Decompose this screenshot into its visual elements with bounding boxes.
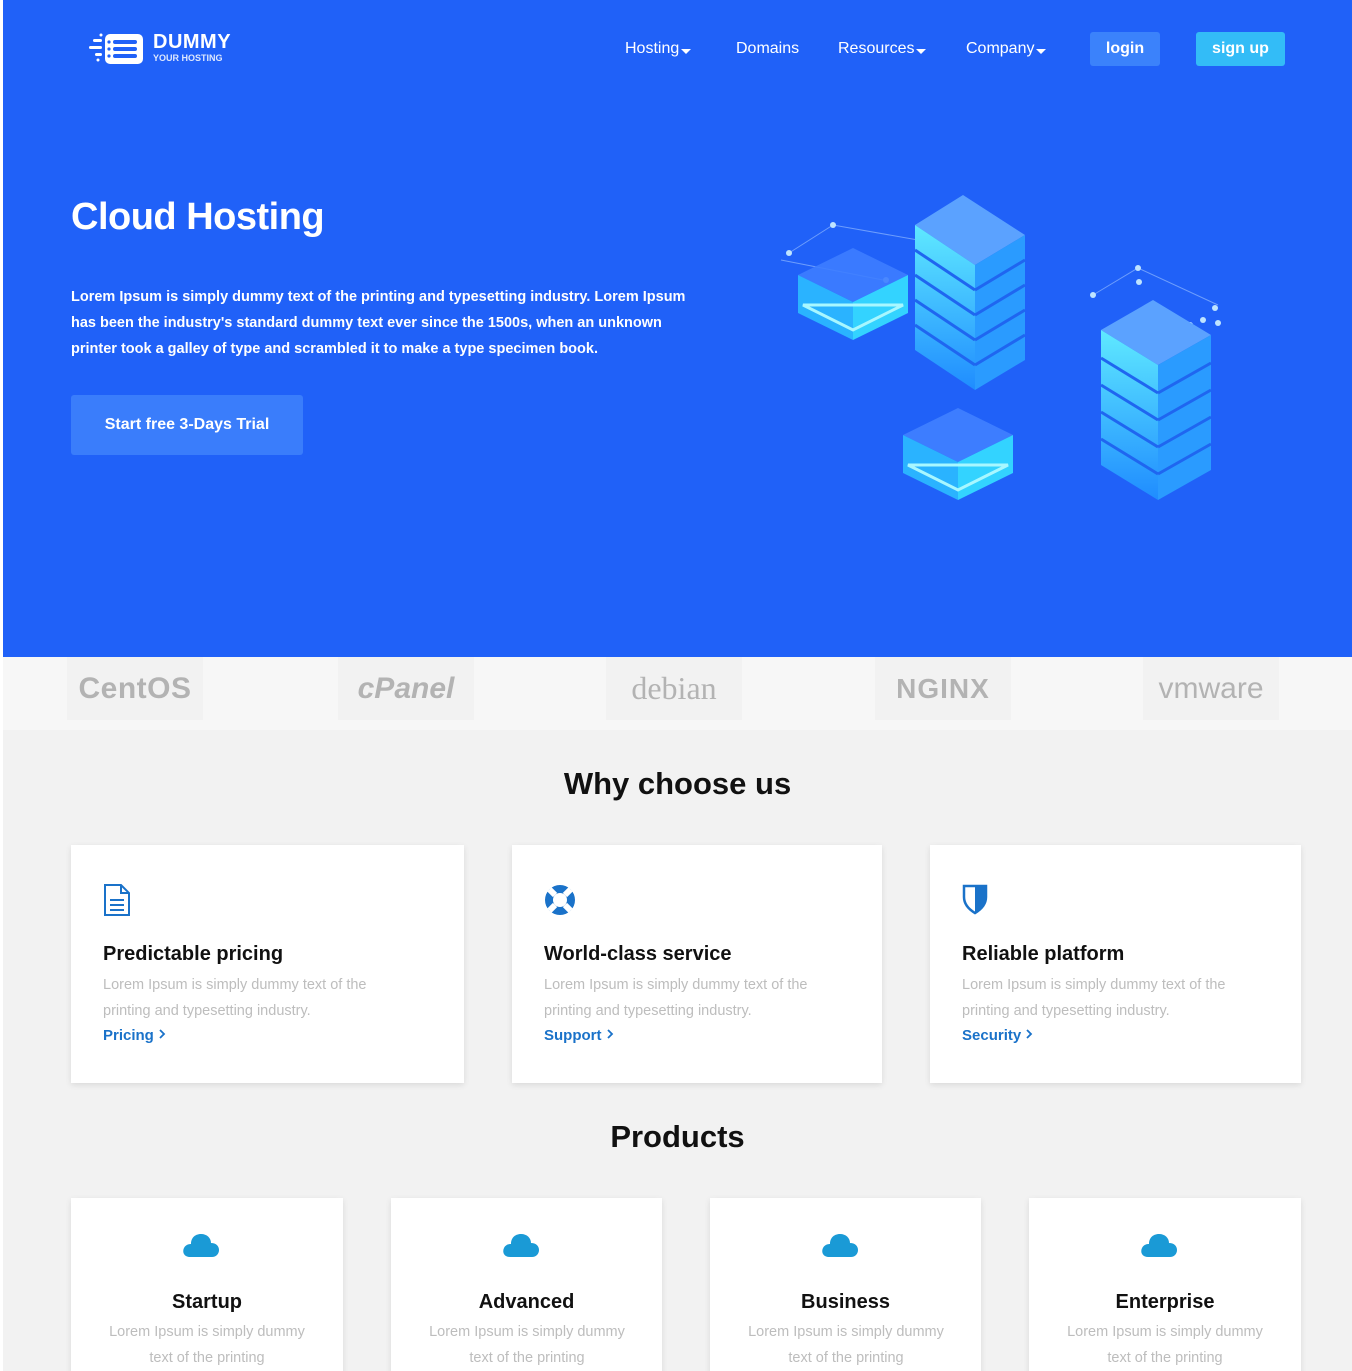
- feature-title: World-class service: [544, 943, 732, 965]
- server-illustration: [753, 180, 1253, 550]
- security-link[interactable]: Security: [962, 1027, 1033, 1044]
- hero-title: Cloud Hosting: [71, 196, 325, 238]
- feature-text: Lorem Ipsum is simply dummy text of the …: [544, 977, 808, 1019]
- page: DUMMY YOUR HOSTING Hosting Domains Resou…: [3, 0, 1352, 1371]
- logo-subtitle: YOUR HOSTING: [153, 53, 223, 63]
- shield-icon: [961, 883, 991, 917]
- nav-hosting-label: Hosting: [625, 40, 680, 57]
- brand-logo-debian: debian: [606, 657, 742, 720]
- product-card-startup[interactable]: Startup Lorem Ipsum is simply dummy text…: [71, 1198, 343, 1371]
- nav-resources-label: Resources: [838, 40, 915, 57]
- signup-button[interactable]: sign up: [1196, 32, 1285, 66]
- chevron-right-icon: [1025, 1027, 1033, 1044]
- nav-domains[interactable]: Domains: [736, 40, 799, 58]
- pricing-link-label: Pricing: [103, 1027, 154, 1044]
- product-text: Lorem Ipsum is simply dummy text of the …: [109, 1324, 305, 1366]
- product-title: Enterprise: [1115, 1291, 1215, 1313]
- start-trial-button[interactable]: Start free 3-Days Trial: [71, 395, 303, 455]
- product-text: Lorem Ipsum is simply dummy text of the …: [1067, 1324, 1263, 1366]
- cloud-icon: [820, 1231, 860, 1259]
- feature-card-service: World-class service Lorem Ipsum is simpl…: [512, 845, 882, 1083]
- nav-domains-label: Domains: [736, 40, 800, 57]
- security-link-label: Security: [962, 1027, 1022, 1044]
- logo[interactable]: DUMMY YOUR HOSTING: [89, 30, 231, 66]
- cloud-icon: [501, 1231, 541, 1259]
- brand-logo-nginx: NGINX: [875, 657, 1011, 720]
- products-section-title: Products: [610, 1119, 745, 1154]
- feature-title: Reliable platform: [962, 943, 1125, 965]
- cloud-icon: [181, 1231, 221, 1259]
- document-icon: [102, 883, 132, 917]
- product-card-enterprise[interactable]: Enterprise Lorem Ipsum is simply dummy t…: [1029, 1198, 1301, 1371]
- product-text: Lorem Ipsum is simply dummy text of the …: [429, 1324, 625, 1366]
- chevron-right-icon: [158, 1027, 166, 1044]
- nav-hosting[interactable]: Hosting: [625, 40, 692, 58]
- brand-logo-cpanel: cPanel: [338, 657, 474, 720]
- product-title: Business: [801, 1291, 890, 1313]
- pricing-link[interactable]: Pricing: [103, 1027, 166, 1044]
- lifebuoy-icon: [543, 883, 575, 917]
- nav-company[interactable]: Company: [966, 40, 1047, 58]
- product-title: Advanced: [478, 1291, 575, 1313]
- caret-down-icon: [916, 49, 927, 54]
- hero-description: Lorem Ipsum is simply dummy text of the …: [71, 289, 686, 357]
- feature-card-platform: Reliable platform Lorem Ipsum is simply …: [930, 845, 1301, 1083]
- product-text: Lorem Ipsum is simply dummy text of the …: [748, 1324, 944, 1366]
- feature-card-pricing: Predictable pricing Lorem Ipsum is simpl…: [71, 845, 464, 1083]
- why-section-title: Why choose us: [563, 766, 792, 801]
- caret-down-icon: [1036, 49, 1047, 54]
- product-card-business[interactable]: Business Lorem Ipsum is simply dummy tex…: [710, 1198, 981, 1371]
- cloud-icon: [1139, 1231, 1179, 1259]
- nav-resources[interactable]: Resources: [838, 40, 927, 58]
- logo-title: DUMMY: [153, 31, 232, 53]
- brand-logo-vmware: vmware: [1143, 657, 1279, 720]
- login-button[interactable]: login: [1090, 32, 1160, 66]
- product-title: Startup: [172, 1291, 242, 1313]
- support-link[interactable]: Support: [544, 1027, 614, 1044]
- product-card-advanced[interactable]: Advanced Lorem Ipsum is simply dummy tex…: [391, 1198, 662, 1371]
- caret-down-icon: [681, 49, 692, 54]
- hero-section: DUMMY YOUR HOSTING Hosting Domains Resou…: [3, 0, 1352, 657]
- feature-text: Lorem Ipsum is simply dummy text of the …: [103, 977, 367, 1019]
- support-link-label: Support: [544, 1027, 602, 1044]
- brand-logo-centos: CentOS: [67, 657, 203, 720]
- nav-company-label: Company: [966, 40, 1035, 57]
- server-logo-icon: [89, 30, 145, 66]
- brand-strip: CentOS cPanel debian NGINX vmware: [3, 657, 1352, 730]
- chevron-right-icon: [606, 1027, 614, 1044]
- feature-text: Lorem Ipsum is simply dummy text of the …: [962, 977, 1226, 1019]
- feature-title: Predictable pricing: [103, 943, 284, 965]
